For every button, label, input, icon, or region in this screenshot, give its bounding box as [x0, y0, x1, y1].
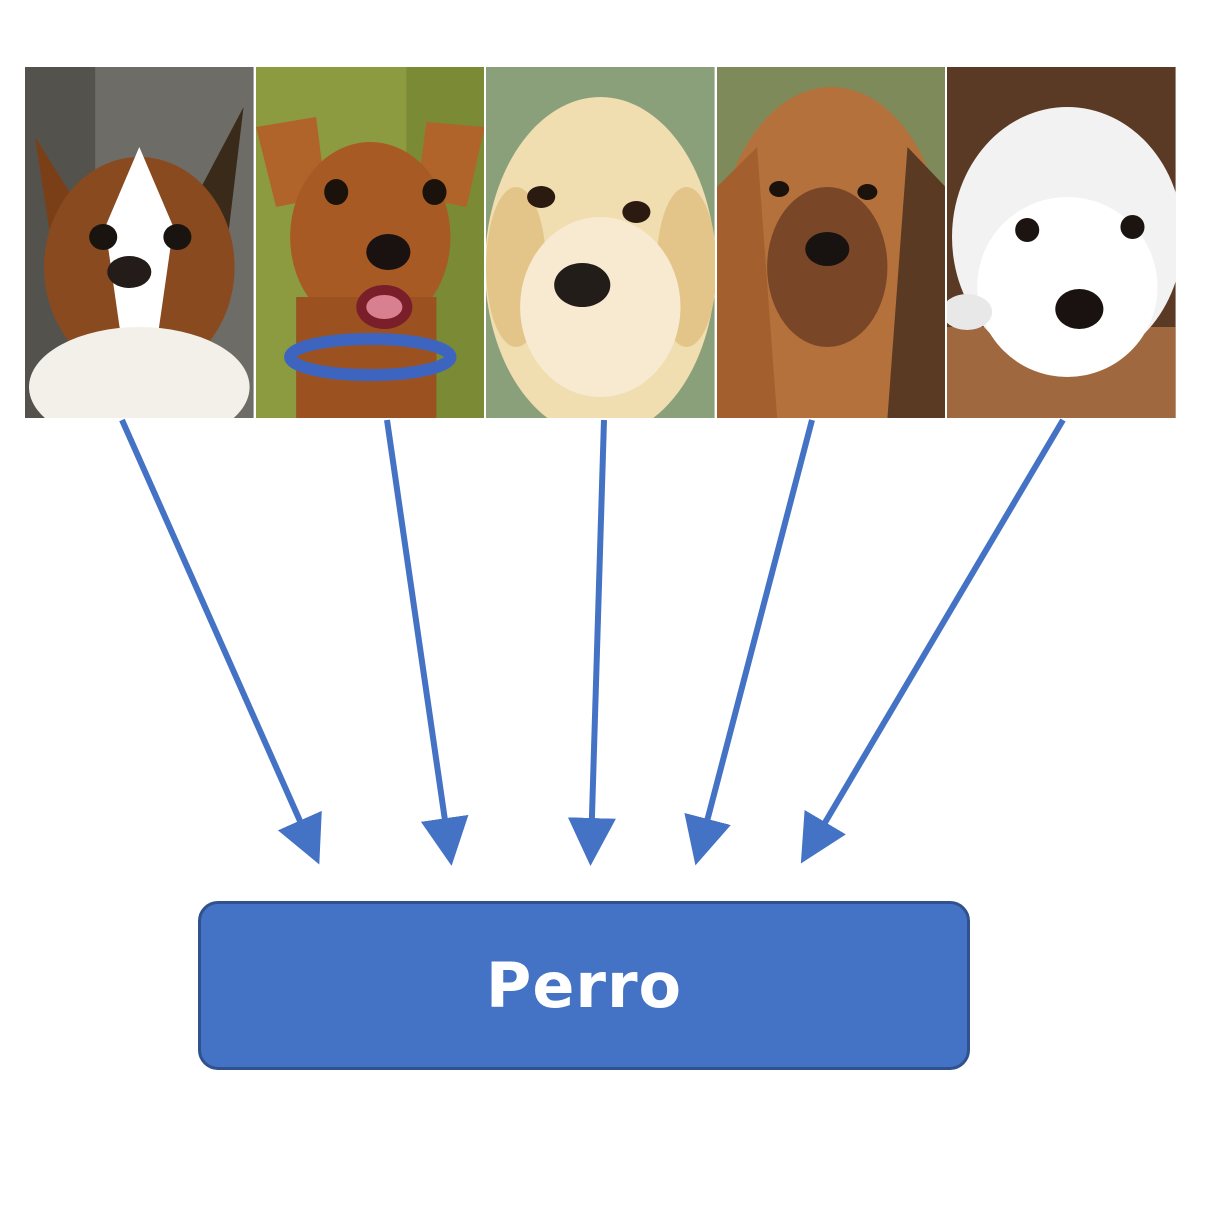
arrow-2 [384, 419, 469, 866]
arrow-4 [684, 419, 815, 866]
category-label-box: Perro [198, 901, 970, 1070]
maltese-dog-photo [947, 67, 1176, 418]
papillon-dog-photo [25, 67, 254, 418]
arrow-5 [800, 418, 1066, 864]
dog-photo-strip [25, 67, 1176, 418]
pinscher-dog-photo [255, 67, 485, 418]
terrier-dog-photo [716, 67, 946, 418]
golden-puppy-photo [486, 67, 715, 418]
category-label: Perro [485, 949, 683, 1022]
arrow-3 [567, 419, 616, 866]
arrow-1 [119, 418, 322, 865]
